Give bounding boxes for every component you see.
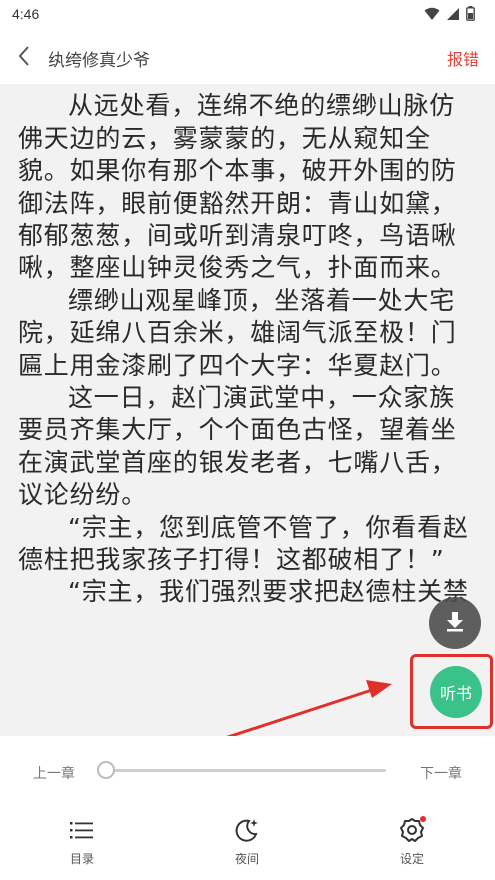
signal-icon <box>446 7 460 21</box>
back-button[interactable] <box>10 42 38 74</box>
nav-settings[interactable]: 设定 <box>372 816 452 867</box>
toc-icon <box>42 816 122 844</box>
status-bar: 4:46 <box>0 0 495 32</box>
progress-track[interactable] <box>104 769 386 772</box>
book-title: 纨绔修真少爷 <box>48 51 150 71</box>
nav-night-mode[interactable]: 夜间 <box>207 816 287 867</box>
paragraph: “宗主，您到底管不管了，你看看赵德柱把我家孩子打得！这都破相了！” <box>18 512 469 575</box>
nav-toc[interactable]: 目录 <box>42 816 122 867</box>
report-error-button[interactable]: 报错 <box>447 46 479 70</box>
status-time: 4:46 <box>12 6 40 22</box>
reader-header: 纨绔修真少爷 报错 <box>0 32 495 84</box>
paragraph: “宗主，我们强烈要求把赵德柱关禁 <box>68 577 469 607</box>
battery-icon <box>466 6 475 21</box>
back-icon <box>17 45 31 71</box>
settings-icon <box>372 816 452 844</box>
paragraph: 从远处看，连绵不绝的缥缈山脉仿佛天边的云，雾蒙蒙的，无从窥知全貌。如果你有那个本… <box>18 91 457 283</box>
reader-content[interactable]: 从远处看，连绵不绝的缥缈山脉仿佛天边的云，雾蒙蒙的，无从窥知全貌。如果你有那个本… <box>0 84 495 736</box>
nav-settings-label: 设定 <box>399 852 424 866</box>
listen-book-button[interactable]: 听书 <box>430 666 482 718</box>
download-button[interactable] <box>429 597 481 649</box>
night-mode-icon <box>207 816 287 844</box>
paragraph: 这一日，赵门演武堂中，一众家族要员齐集大厅，个个面色古怪，望着坐在演武堂首座的银… <box>18 383 457 510</box>
prev-chapter-button[interactable]: 上一章 <box>33 763 75 783</box>
notification-dot <box>420 816 426 822</box>
progress-thumb[interactable] <box>97 761 115 779</box>
download-icon <box>443 609 467 637</box>
paragraph: 缥缈山观星峰顶，坐落着一处大宅院，延绵八百余米，雄阔气派至极！门匾上用金漆刷了四… <box>18 285 457 380</box>
bottom-nav: 目录 夜间 设定 <box>0 804 495 880</box>
nav-toc-label: 目录 <box>69 852 94 866</box>
chapter-progress-bar: 上一章 下一章 <box>0 736 495 804</box>
next-chapter-button[interactable]: 下一章 <box>420 763 462 783</box>
status-icons <box>424 6 475 21</box>
reader-text: 从远处看，连绵不绝的缥缈山脉仿佛天边的云，雾蒙蒙的，无从窥知全貌。如果你有那个本… <box>18 84 480 609</box>
nav-night-label: 夜间 <box>234 852 259 866</box>
wifi-icon <box>424 7 440 21</box>
